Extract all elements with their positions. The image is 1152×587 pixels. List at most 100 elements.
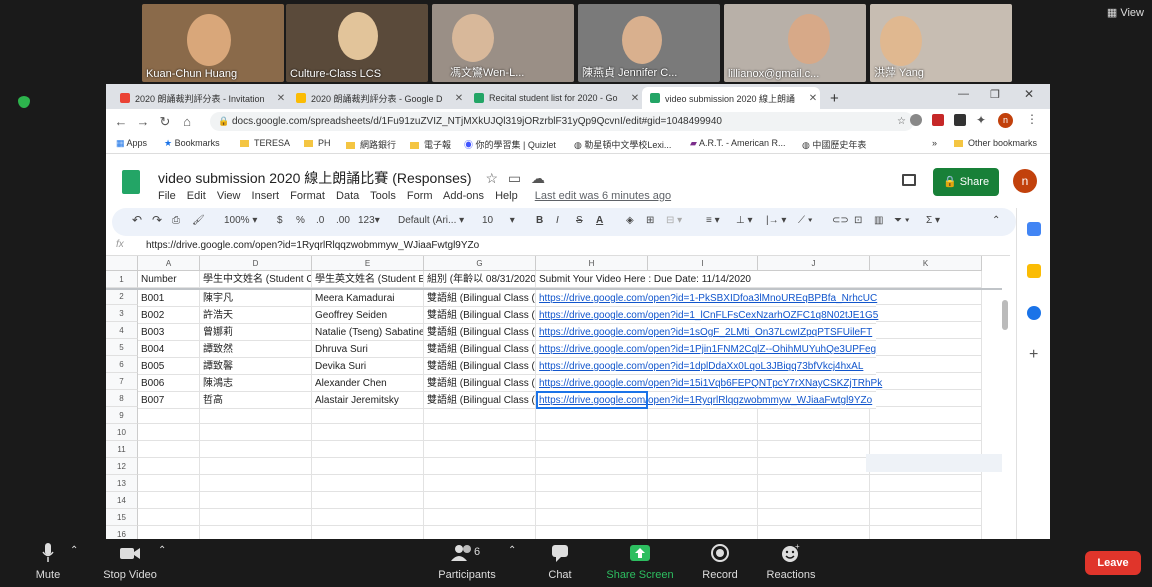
grid-cell[interactable]	[424, 509, 536, 526]
bookmarks-overflow[interactable]: »	[932, 138, 937, 148]
profile-avatar-icon[interactable]: n	[998, 113, 1013, 128]
video-link-cell[interactable]: https://drive.google.com/open?id=1dplDda…	[536, 358, 876, 375]
share-button[interactable]: 🔒 Share	[933, 168, 999, 196]
grid-cell[interactable]	[870, 373, 982, 390]
grid-cell[interactable]	[758, 509, 870, 526]
cell-num[interactable]: B003	[138, 324, 200, 341]
row-header[interactable]: 8	[106, 390, 138, 407]
grid-cell[interactable]	[312, 441, 424, 458]
column-header[interactable]: E	[312, 256, 424, 271]
currency-format-button[interactable]: $	[277, 215, 283, 226]
video-link-cell[interactable]: https://drive.google.com/open?id=1-PkSBX…	[536, 290, 877, 307]
cell-en[interactable]: Alastair Jeremitsky	[312, 392, 424, 409]
menu-data[interactable]: Data	[336, 190, 359, 202]
bookmark-apps[interactable]: ▦ Apps	[116, 138, 147, 149]
grid-cell[interactable]	[536, 441, 648, 458]
leave-meeting-button[interactable]: Leave	[1085, 551, 1141, 575]
header-cell-E[interactable]: 學生英文姓名 (Student E	[312, 271, 424, 288]
row-header[interactable]: 3	[106, 305, 138, 322]
restore-icon[interactable]: ❐	[990, 88, 1000, 101]
window-close-icon[interactable]: ✕	[1024, 87, 1034, 101]
functions-icon[interactable]: Σ ▾	[926, 215, 940, 226]
grid-cell[interactable]	[870, 492, 982, 509]
browser-tab-3[interactable]: Recital student list for 2020 - Go ✕	[466, 87, 642, 109]
column-header[interactable]: K	[870, 256, 982, 271]
star-icon[interactable]: ☆	[485, 170, 498, 186]
header-cell-D[interactable]: 學生中文姓名 (Student C	[200, 271, 312, 288]
menu-help[interactable]: Help	[495, 190, 518, 202]
bookmark-art[interactable]: ▰ A.R.T. - American R...	[690, 138, 785, 149]
grid-cell[interactable]	[138, 424, 200, 441]
menu-tools[interactable]: Tools	[370, 190, 396, 202]
video-options-chevron-icon[interactable]: ⌃	[158, 545, 166, 556]
horizontal-align-icon[interactable]: ≡ ▾	[706, 215, 720, 226]
bookmark-newsletter[interactable]: 電子報	[410, 138, 451, 151]
grid-cell[interactable]	[138, 526, 200, 539]
grid-cell[interactable]	[312, 509, 424, 526]
vertical-scrollbar[interactable]	[1002, 300, 1008, 330]
grid-cell[interactable]	[648, 424, 758, 441]
tasks-icon[interactable]	[1027, 306, 1041, 320]
bookmark-quizlet[interactable]: ◉ 你的學習集 | Quizlet	[464, 138, 556, 151]
insert-link-icon[interactable]: ⊂⊃	[832, 215, 849, 226]
menu-edit[interactable]: Edit	[187, 190, 206, 202]
cell-group[interactable]: 雙語組 (Bilingual Class (	[424, 358, 536, 375]
pdf-extension-icon[interactable]	[932, 114, 944, 126]
close-icon[interactable]: ✕	[452, 93, 466, 104]
merge-cells-icon[interactable]: ⊟ ▾	[666, 215, 682, 226]
stop-video-button[interactable]: Stop Video	[96, 543, 164, 581]
chat-button[interactable]: Chat	[540, 543, 580, 581]
column-header[interactable]: H	[536, 256, 648, 271]
grid-cell[interactable]	[758, 526, 870, 539]
zoom-select[interactable]: 100% ▾	[224, 215, 257, 226]
participant-tile-5[interactable]: lillianox@gmail.c...	[724, 4, 866, 82]
home-icon[interactable]: ⌂	[176, 114, 198, 129]
row-header[interactable]: 16	[106, 526, 138, 539]
grid-cell[interactable]	[870, 509, 982, 526]
grid-cell[interactable]	[200, 475, 312, 492]
grid-cell[interactable]	[424, 407, 536, 424]
participant-tile-1[interactable]: Kuan-Chun Huang	[142, 4, 284, 82]
participant-tile-3[interactable]: 馮文鸞Wen-L...	[432, 4, 574, 82]
cell-zh[interactable]: 陳宇凡	[200, 290, 312, 307]
minimize-icon[interactable]: —	[958, 88, 969, 100]
reactions-button[interactable]: + Reactions	[764, 542, 818, 581]
close-icon[interactable]: ✕	[806, 93, 820, 104]
grid-cell[interactable]	[758, 458, 870, 475]
bold-button[interactable]: B	[536, 215, 543, 226]
cell-zh[interactable]: 曾娜莉	[200, 324, 312, 341]
menu-form[interactable]: Form	[407, 190, 433, 202]
menu-addons[interactable]: Add-ons	[443, 190, 484, 202]
grid-cell[interactable]	[312, 424, 424, 441]
sheets-logo-icon[interactable]	[122, 170, 140, 194]
cell-en[interactable]: Dhruva Suri	[312, 341, 424, 358]
cell-en[interactable]: Natalie (Tseng) Sabatine	[312, 324, 424, 341]
cell-en[interactable]: Meera Kamadurai	[312, 290, 424, 307]
row-header[interactable]: 14	[106, 492, 138, 509]
row-header[interactable]: 5	[106, 339, 138, 356]
row-header[interactable]: 2	[106, 288, 138, 305]
row-header[interactable]: 13	[106, 475, 138, 492]
grid-cell[interactable]	[648, 492, 758, 509]
grid-cell[interactable]	[870, 339, 982, 356]
text-wrap-icon[interactable]: |→ ▾	[766, 215, 786, 226]
filter-icon[interactable]: ⏷ ▾	[894, 215, 910, 226]
grid-cell[interactable]	[424, 441, 536, 458]
column-header[interactable]: D	[200, 256, 312, 271]
puzzle-extensions-icon[interactable]: ✦	[976, 113, 986, 127]
grid-cell[interactable]	[536, 458, 648, 475]
grid-cell[interactable]	[200, 509, 312, 526]
increase-decimal-button[interactable]: .00	[336, 215, 350, 226]
grid-cell[interactable]	[648, 475, 758, 492]
fill-color-icon[interactable]: ◈	[626, 215, 634, 226]
browser-tab-1[interactable]: 2020 朗誦裁判評分表 - Invitation ✕	[112, 87, 288, 109]
grid-cell[interactable]	[648, 458, 758, 475]
share-screen-button[interactable]: Share Screen	[602, 543, 678, 581]
mute-options-chevron-icon[interactable]: ⌃	[70, 545, 78, 556]
cell-num[interactable]: B002	[138, 307, 200, 324]
star-icon[interactable]: ☆	[897, 112, 906, 131]
column-header[interactable]: I	[648, 256, 758, 271]
last-edit-link[interactable]: Last edit was 6 minutes ago	[535, 190, 671, 202]
bookmark-other[interactable]: Other bookmarks	[954, 138, 1037, 148]
grid-cell[interactable]	[648, 526, 758, 539]
